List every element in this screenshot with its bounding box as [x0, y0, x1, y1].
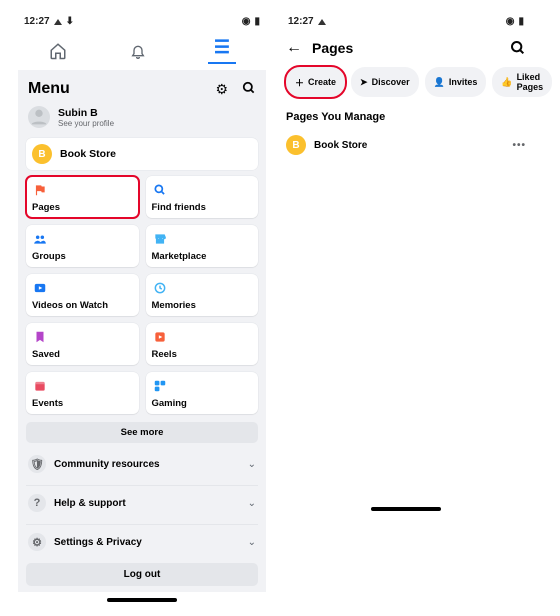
bookmark-icon — [32, 329, 48, 345]
expander-icon: ⚙ — [28, 533, 46, 551]
reels-icon — [152, 329, 168, 345]
status-time: 12:27 — [288, 16, 314, 27]
tile-events[interactable]: Events — [26, 372, 139, 414]
chip-row: ＋Create➤Discover👤Invites👍Liked Pages — [282, 67, 530, 105]
tile-memories[interactable]: Memories — [146, 274, 259, 316]
expander-settings-privacy[interactable]: ⚙ Settings & Privacy ⌄ — [26, 524, 258, 559]
expander-label: Help & support — [54, 498, 126, 509]
expander-label: Community resources — [54, 459, 160, 470]
tile-groups[interactable]: Groups — [26, 225, 139, 267]
pages-title: Pages — [312, 40, 353, 56]
down-arrow-icon: ⬇ — [66, 16, 74, 27]
tile-find-friends[interactable]: Find friends — [146, 176, 259, 218]
search-icon[interactable] — [242, 81, 256, 98]
page-badge-icon: B — [32, 144, 52, 164]
chip-label: Invites — [449, 77, 478, 87]
search-p-icon — [152, 182, 168, 198]
expander-help-support[interactable]: ? Help & support ⌄ — [26, 485, 258, 520]
profile-link[interactable]: Subin B See your profile — [26, 104, 258, 134]
managed-page-name: Book Store — [314, 140, 367, 151]
chevron-down-icon: ⌄ — [248, 537, 256, 548]
right-phone: 12:27 ◉▮ ← Pages ＋ Create ➤ Discover 👤 Invite… — [282, 14, 530, 602]
thumb-icon: 👍 — [501, 77, 512, 88]
tile-gaming[interactable]: Gaming — [146, 372, 259, 414]
chip-label: Liked Pages — [517, 72, 544, 92]
tile-label: Saved — [32, 349, 133, 360]
pages-header: ← Pages — [282, 33, 530, 67]
search-icon[interactable] — [510, 40, 526, 56]
top-nav: ☰ — [18, 33, 266, 70]
chip-discover[interactable]: ➤ Discover — [351, 67, 419, 97]
flag-icon — [32, 182, 48, 198]
page-shortcut-label: Book Store — [60, 148, 116, 160]
home-icon[interactable] — [48, 41, 68, 61]
avatar — [28, 106, 50, 128]
tile-label: Gaming — [152, 398, 253, 409]
chip-label: Create — [308, 77, 336, 87]
left-phone: 12:27 ⬇ ◉▮ ☰ Menu ⚙ Subin B See your prof… — [18, 14, 266, 602]
managed-page-row[interactable]: B Book Store ••• — [282, 129, 530, 161]
home-indicator — [107, 598, 177, 602]
wifi-icon: ◉ — [506, 16, 515, 27]
page-shortcut[interactable]: B Book Store — [26, 138, 258, 170]
more-icon[interactable]: ••• — [512, 140, 526, 151]
shortcut-grid: Pages Find friends Groups Marketplace Videos… — [26, 176, 258, 414]
tile-videos-on-watch[interactable]: Videos on Watch — [26, 274, 139, 316]
groups-icon — [32, 231, 48, 247]
status-bar: 12:27 ◉▮ — [282, 14, 530, 33]
calendar-icon — [32, 378, 48, 394]
chip-label: Discover — [372, 77, 410, 87]
back-icon[interactable]: ← — [286, 39, 302, 57]
gaming-icon — [152, 378, 168, 394]
expander-icon: 🛡 — [28, 455, 46, 473]
tile-label: Marketplace — [152, 251, 253, 262]
profile-name: Subin B — [58, 107, 114, 119]
battery-icon: ▮ — [254, 16, 260, 27]
expander-community-resources[interactable]: 🛡 Community resources ⌄ — [26, 447, 258, 481]
warning-icon — [318, 19, 326, 25]
tile-label: Pages — [32, 202, 133, 213]
tile-pages[interactable]: Pages — [26, 176, 139, 218]
profile-subtitle: See your profile — [58, 119, 114, 128]
chevron-down-icon: ⌄ — [248, 459, 256, 470]
expander-icon: ? — [28, 494, 46, 512]
tile-label: Memories — [152, 300, 253, 311]
tile-label: Groups — [32, 251, 133, 262]
warning-icon — [54, 19, 62, 25]
tile-label: Videos on Watch — [32, 300, 133, 311]
expander-label: Settings & Privacy — [54, 537, 142, 548]
play-icon — [32, 280, 48, 296]
logout-button[interactable]: Log out — [26, 563, 258, 586]
battery-icon: ▮ — [518, 16, 524, 27]
compass-icon: ➤ — [360, 77, 368, 88]
menu-title: Menu — [28, 80, 70, 98]
chip-invites[interactable]: 👤 Invites — [425, 67, 487, 97]
clock-icon — [152, 280, 168, 296]
tile-label: Find friends — [152, 202, 253, 213]
person-icon: 👤 — [434, 77, 445, 88]
status-bar: 12:27 ⬇ ◉▮ — [18, 14, 266, 33]
menu-tab[interactable]: ☰ — [208, 37, 236, 64]
tile-label: Reels — [152, 349, 253, 360]
chip-liked-pages[interactable]: 👍 Liked Pages — [492, 67, 552, 97]
tile-saved[interactable]: Saved — [26, 323, 139, 365]
status-time: 12:27 — [24, 16, 50, 27]
chevron-down-icon: ⌄ — [248, 498, 256, 509]
tile-marketplace[interactable]: Marketplace — [146, 225, 259, 267]
section-title: Pages You Manage — [282, 105, 530, 129]
chip-create[interactable]: ＋ Create — [286, 67, 345, 97]
store-icon — [152, 231, 168, 247]
tile-reels[interactable]: Reels — [146, 323, 259, 365]
plus-icon: ＋ — [295, 76, 304, 89]
notifications-icon[interactable] — [128, 41, 148, 61]
home-indicator — [371, 507, 441, 511]
see-more-button[interactable]: See more — [26, 422, 258, 443]
settings-icon[interactable]: ⚙ — [215, 81, 228, 98]
page-badge-icon: B — [286, 135, 306, 155]
tile-label: Events — [32, 398, 133, 409]
wifi-icon: ◉ — [242, 16, 251, 27]
